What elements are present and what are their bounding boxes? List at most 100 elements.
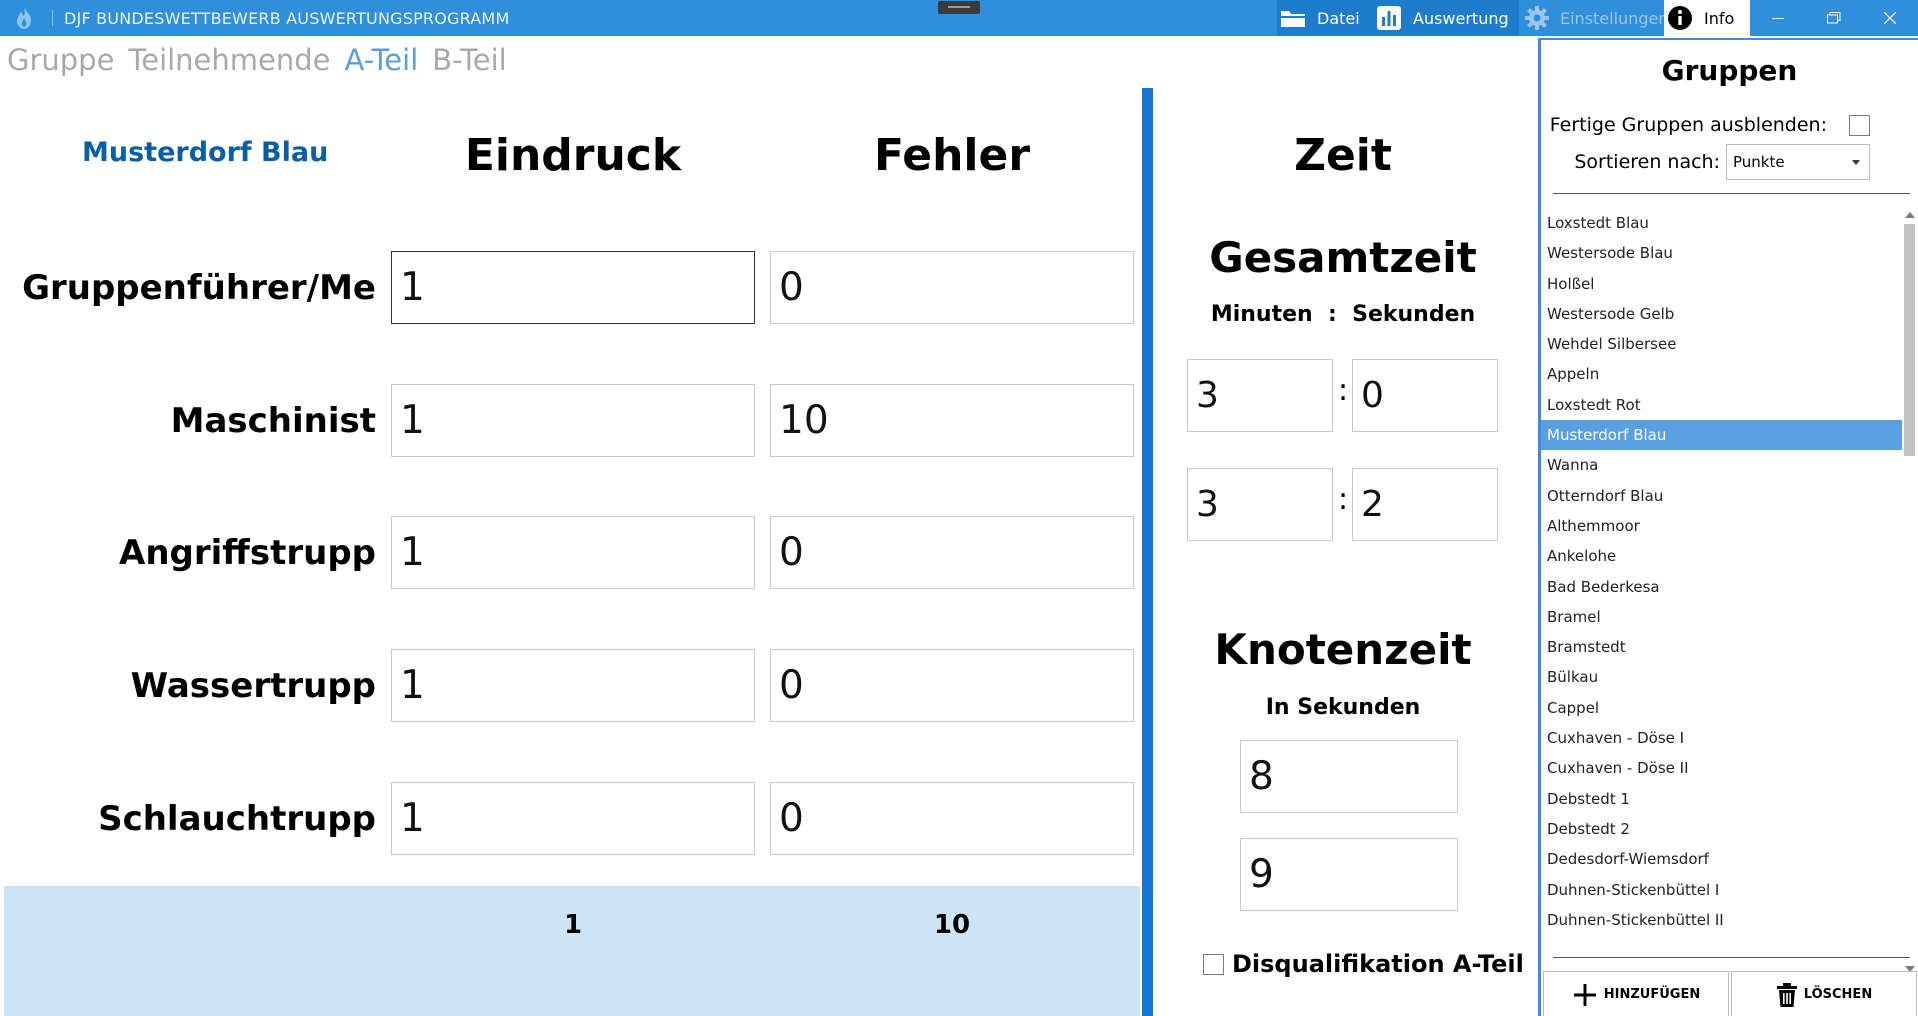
bar-chart-icon — [1375, 4, 1403, 32]
zeit-header: Zeit — [1294, 130, 1392, 181]
chevron-down-icon — [1852, 160, 1860, 165]
hide-finished-checkbox[interactable] — [1849, 114, 1870, 136]
list-item[interactable]: Cappel — [1541, 693, 1902, 723]
knotenzeit-title: Knotenzeit — [1214, 625, 1472, 674]
einstellungen-button[interactable]: Einstellungen — [1522, 0, 1668, 36]
list-item[interactable]: Cuxhaven - Döse I — [1541, 723, 1902, 753]
list-scrollbar[interactable] — [1902, 208, 1918, 978]
eindruck-input-wassertrupp[interactable]: 1 — [391, 649, 755, 722]
disqualifikation-label: Disqualifikation A-Teil — [1232, 950, 1524, 978]
minimize-icon — [1772, 18, 1784, 19]
eindruck-input-gruppenfuehrer[interactable]: 1 — [391, 251, 755, 324]
eindruck-input-schlauchtrupp[interactable]: 1 — [391, 782, 755, 855]
fehler-input-wassertrupp[interactable]: 0 — [770, 649, 1134, 722]
list-item[interactable]: Holßel — [1541, 269, 1902, 299]
auswertung-button[interactable]: Auswertung — [1373, 0, 1519, 36]
info-label: Info — [1704, 8, 1735, 28]
knotenzeit-input-2[interactable]: 9 — [1240, 838, 1458, 911]
list-item[interactable]: Westersode Blau — [1541, 238, 1902, 268]
app-window: DJF BUNDESWETTBEWERB AUSWERTUNGSPROGRAMM… — [0, 0, 1918, 1016]
row-label-gruppenfuehrer: Gruppenführer/Me — [22, 268, 376, 308]
tab-a-teil[interactable]: A-Teil — [345, 43, 419, 77]
add-group-label: HINZUFÜGEN — [1603, 987, 1701, 1002]
row-label-schlauchtrupp: Schlauchtrupp — [98, 799, 376, 839]
gesamtzeit-title: Gesamtzeit — [1209, 233, 1477, 282]
knotenzeit-caption: In Sekunden — [1265, 695, 1421, 720]
list-item[interactable]: Cuxhaven - Döse II — [1541, 753, 1902, 783]
time-separator: : — [1338, 482, 1349, 517]
list-item[interactable]: Ankelohe — [1541, 541, 1902, 571]
disqualifikation-checkbox[interactable] — [1203, 953, 1224, 975]
eindruck-input-angriffstrupp[interactable]: 1 — [391, 516, 755, 589]
delete-group-label: LÖSCHEN — [1803, 987, 1873, 1002]
list-item[interactable]: Debstedt 1 — [1541, 784, 1902, 814]
list-item[interactable]: Bramel — [1541, 602, 1902, 632]
title-separator — [52, 10, 53, 26]
hide-finished-label: Fertige Gruppen ausblenden: — [1549, 114, 1827, 136]
groups-title: Gruppen — [1661, 54, 1798, 87]
sort-row: Sortieren nach: Punkte — [1574, 144, 1870, 180]
tab-teilnehmende[interactable]: Teilnehmende — [128, 43, 330, 77]
list-item[interactable]: Loxstedt Rot — [1541, 390, 1902, 420]
panel-divider — [1553, 957, 1910, 958]
list-item[interactable]: Bad Bederkesa — [1541, 572, 1902, 602]
fehler-input-angriffstrupp[interactable]: 0 — [770, 516, 1134, 589]
row-label-wassertrupp: Wassertrupp — [130, 666, 376, 706]
sum-eindruck: 1 — [563, 910, 583, 940]
eindruck-input-maschinist[interactable]: 1 — [391, 384, 755, 457]
list-item[interactable]: Bülkau — [1541, 662, 1902, 692]
maximize-button[interactable] — [1806, 0, 1862, 36]
list-item[interactable]: Dedesdorf-Wiemsdorf — [1541, 844, 1902, 874]
disqualifikation-row[interactable]: Disqualifikation A-Teil — [1203, 950, 1524, 978]
row-label-maschinist: Maschinist — [170, 401, 376, 441]
trash-icon — [1776, 982, 1798, 1008]
gesamtzeit-seconds-1[interactable]: 0 — [1352, 359, 1498, 432]
list-item[interactable]: Westersode Gelb — [1541, 299, 1902, 329]
list-item[interactable]: Althemmoor — [1541, 511, 1902, 541]
group-name-heading: Musterdorf Blau — [82, 137, 329, 168]
fehler-header: Fehler — [873, 130, 1031, 181]
add-group-button[interactable]: HINZUFÜGEN — [1543, 971, 1729, 1016]
sum-fehler: 10 — [933, 910, 971, 940]
fehler-input-schlauchtrupp[interactable]: 0 — [770, 782, 1134, 855]
window-title: DJF BUNDESWETTBEWERB AUSWERTUNGSPROGRAMM — [64, 9, 510, 28]
list-item[interactable]: Otterndorf Blau — [1541, 481, 1902, 511]
gesamtzeit-seconds-2[interactable]: 2 — [1352, 468, 1498, 541]
list-item[interactable]: Wehdel Silbersee — [1541, 329, 1902, 359]
close-button[interactable] — [1862, 0, 1918, 36]
info-icon — [1666, 4, 1694, 32]
gesamtzeit-minutes-1[interactable]: 3 — [1187, 359, 1333, 432]
panel-divider — [1553, 193, 1910, 194]
list-item[interactable]: Wanna — [1541, 450, 1902, 480]
list-item[interactable]: Bramstedt — [1541, 632, 1902, 662]
restore-icon — [1827, 12, 1841, 24]
drag-handle[interactable] — [938, 1, 980, 14]
info-button[interactable]: Info — [1664, 0, 1750, 36]
tab-b-teil[interactable]: B-Teil — [432, 43, 506, 77]
list-item[interactable]: Duhnen-Stickenbüttel II — [1541, 905, 1902, 935]
list-item[interactable]: Duhnen-Stickenbüttel I — [1541, 875, 1902, 905]
datei-label: Datei — [1317, 8, 1360, 28]
list-item[interactable]: Appeln — [1541, 359, 1902, 389]
eindruck-header: Eindruck — [464, 130, 682, 181]
fehler-input-gruppenfuehrer[interactable]: 0 — [770, 251, 1134, 324]
plus-icon — [1572, 982, 1598, 1008]
list-item[interactable]: Loxstedt Blau — [1541, 208, 1902, 238]
scroll-up-icon[interactable] — [1905, 212, 1915, 218]
minimize-button[interactable] — [1750, 0, 1806, 36]
delete-group-button[interactable]: LÖSCHEN — [1731, 971, 1917, 1016]
scroll-thumb[interactable] — [1904, 224, 1915, 456]
knotenzeit-input-1[interactable]: 8 — [1240, 740, 1458, 813]
auswertung-label: Auswertung — [1413, 8, 1509, 28]
sort-select-value: Punkte — [1733, 153, 1785, 171]
gesamtzeit-minutes-2[interactable]: 3 — [1187, 468, 1333, 541]
sort-select[interactable]: Punkte — [1726, 144, 1870, 180]
list-item[interactable]: Musterdorf Blau — [1541, 420, 1902, 451]
group-list: Loxstedt Blau Westersode Blau Holßel Wester… — [1541, 208, 1902, 972]
list-item[interactable]: Debstedt 2 — [1541, 814, 1902, 844]
tab-gruppe[interactable]: Gruppe — [7, 43, 114, 77]
gesamtzeit-caption: Minuten : Sekunden — [1210, 302, 1476, 327]
fehler-input-maschinist[interactable]: 10 — [770, 384, 1134, 457]
sum-band — [4, 886, 1140, 1016]
datei-button[interactable]: Datei — [1277, 0, 1373, 36]
